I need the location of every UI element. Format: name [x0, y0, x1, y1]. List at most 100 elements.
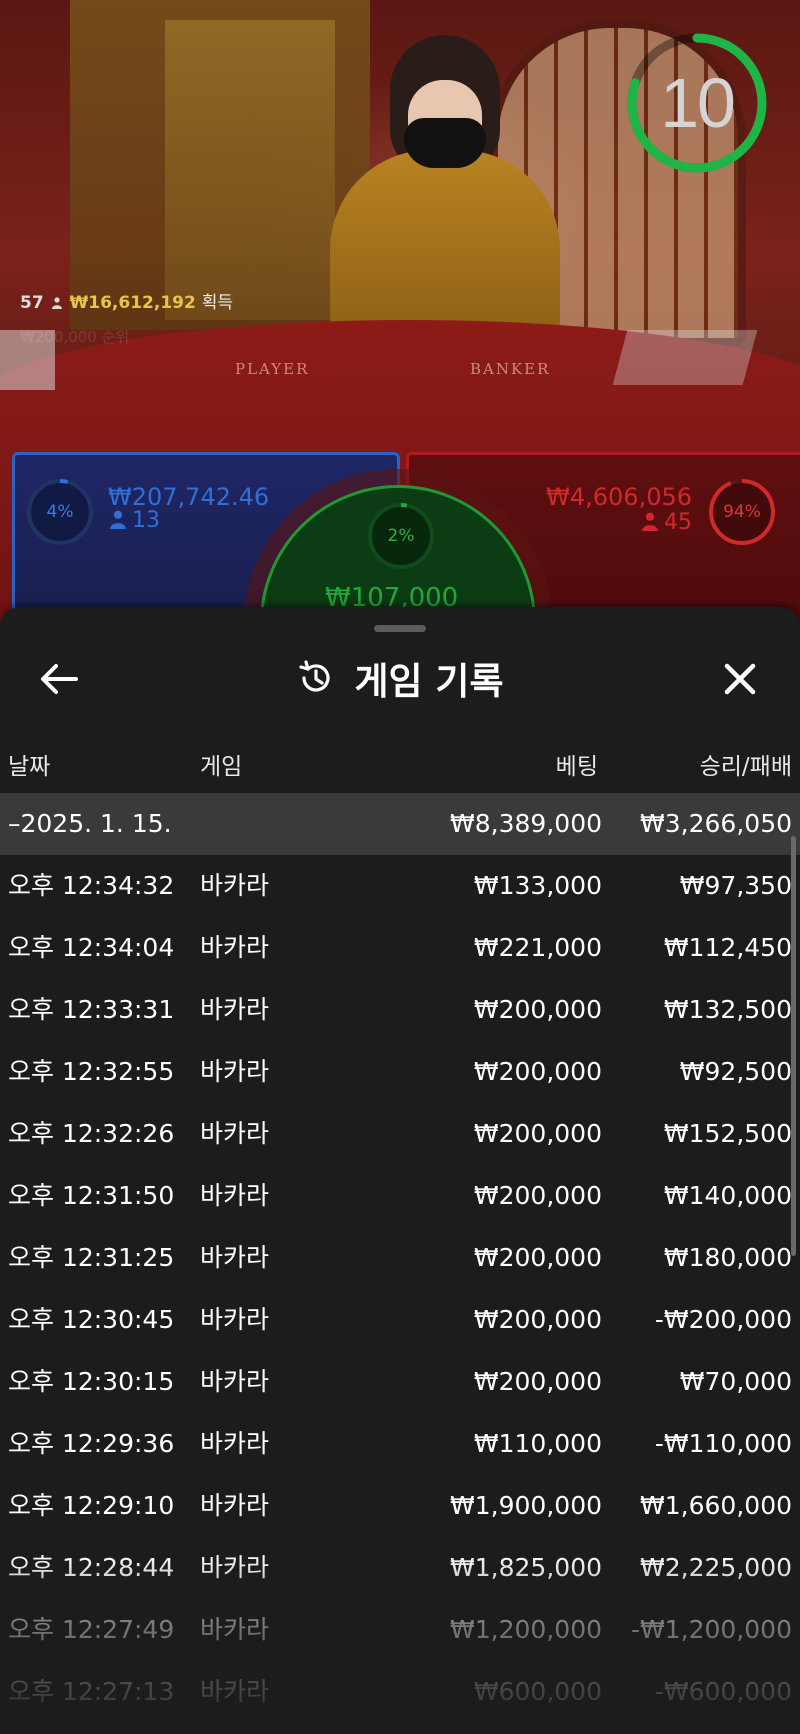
- viewer-count: 57: [20, 293, 44, 313]
- player-percent-ring: 4%: [24, 476, 96, 548]
- row-game: 바카라: [200, 1243, 270, 1272]
- history-row[interactable]: 오후 12:30:45 바카라 ₩200,000 -₩200,000: [0, 1289, 800, 1351]
- row-result: ₩92,500: [679, 1057, 792, 1086]
- streamer-stats: 57 ₩16,612,192 획득: [20, 288, 233, 313]
- history-row[interactable]: 오후 12:32:55 바카라 ₩200,000 ₩92,500: [0, 1041, 800, 1103]
- history-row[interactable]: 오후 12:32:26 바카라 ₩200,000 ₩152,500: [0, 1103, 800, 1165]
- person-icon: [642, 512, 658, 531]
- row-game: 바카라: [200, 1181, 270, 1210]
- row-bet: ₩200,000: [473, 995, 602, 1024]
- dealer-mask: [404, 118, 486, 168]
- row-game: 바카라: [200, 933, 270, 962]
- date-group-total-bet: ₩8,389,000: [450, 809, 602, 838]
- total-won-amount: ₩16,612,192: [69, 293, 196, 313]
- banker-bet-amount: ₩4,606,056: [546, 483, 692, 511]
- close-icon: [724, 663, 756, 695]
- history-row[interactable]: 오후 12:27:49 바카라 ₩1,200,000 -₩1,200,000: [0, 1599, 800, 1661]
- row-bet: ₩200,000: [473, 1367, 602, 1396]
- banker-percent: 94%: [723, 502, 761, 522]
- row-game: 바카라: [200, 1305, 270, 1334]
- history-row[interactable]: 오후 12:31:25 바카라 ₩200,000 ₩180,000: [0, 1227, 800, 1289]
- game-history-sheet: 게임 기록 날짜 게임 베팅 승리/패배 –2025. 1. 15. ₩8,38…: [0, 607, 800, 1734]
- row-time: 오후 12:32:55: [8, 1057, 175, 1086]
- row-result: -₩600,000: [654, 1677, 792, 1706]
- row-bet: ₩600,000: [473, 1677, 602, 1706]
- row-time: 오후 12:32:26: [8, 1119, 175, 1148]
- timer-value: 10: [660, 64, 736, 142]
- table-label-player: PLAYER: [235, 360, 310, 378]
- player-count-value: 13: [132, 508, 160, 533]
- history-icon: [299, 660, 331, 692]
- tie-percent: 2%: [387, 526, 415, 546]
- row-game: 바카라: [200, 1553, 270, 1582]
- row-time: 오후 12:28:44: [8, 1553, 175, 1582]
- row-result: -₩200,000: [654, 1305, 792, 1334]
- table-label-banker: BANKER: [470, 360, 551, 378]
- column-header-bet[interactable]: 베팅: [556, 747, 598, 781]
- banker-count-value: 45: [664, 510, 692, 535]
- row-result: ₩112,450: [663, 933, 792, 962]
- history-rows: 오후 12:34:32 바카라 ₩133,000 ₩97,350 오후 12:34:04…: [0, 855, 800, 1723]
- row-result: ₩152,500: [663, 1119, 792, 1148]
- row-time: 오후 12:29:10: [8, 1491, 175, 1520]
- row-game: 바카라: [200, 1057, 270, 1086]
- row-time: 오후 12:31:50: [8, 1181, 175, 1210]
- row-game: 바카라: [200, 1677, 270, 1706]
- history-row[interactable]: 오후 12:31:50 바카라 ₩200,000 ₩140,000: [0, 1165, 800, 1227]
- row-game: 바카라: [200, 871, 270, 900]
- person-icon: [51, 297, 62, 309]
- history-row[interactable]: 오후 12:30:15 바카라 ₩200,000 ₩70,000: [0, 1351, 800, 1413]
- row-game: 바카라: [200, 1367, 270, 1396]
- history-row[interactable]: 오후 12:29:36 바카라 ₩110,000 -₩110,000: [0, 1413, 800, 1475]
- date-group-row[interactable]: –2025. 1. 15. ₩8,389,000 ₩3,266,050: [0, 793, 800, 855]
- history-row[interactable]: 오후 12:34:04 바카라 ₩221,000 ₩112,450: [0, 917, 800, 979]
- date-group-total-result: ₩3,266,050: [640, 809, 792, 838]
- player-bet-amount: ₩207,742.46: [108, 483, 270, 511]
- column-header-date[interactable]: 날짜: [8, 747, 50, 781]
- column-header-result[interactable]: 승리/패배: [700, 747, 792, 781]
- row-result: ₩180,000: [663, 1243, 792, 1272]
- row-result: ₩132,500: [663, 995, 792, 1024]
- row-result: -₩110,000: [654, 1429, 792, 1458]
- row-bet: ₩221,000: [473, 933, 602, 962]
- card-tray: [612, 330, 758, 385]
- row-game: 바카라: [200, 1119, 270, 1148]
- row-result: ₩2,225,000: [640, 1553, 792, 1582]
- row-time: 오후 12:33:31: [8, 995, 175, 1024]
- row-game: 바카라: [200, 1491, 270, 1520]
- sheet-drag-handle[interactable]: [374, 625, 426, 632]
- banker-percent-ring: 94%: [706, 476, 778, 548]
- won-label: 획득: [201, 293, 234, 313]
- row-game: 바카라: [200, 995, 270, 1024]
- row-bet: ₩200,000: [473, 1305, 602, 1334]
- row-bet: ₩133,000: [473, 871, 602, 900]
- row-bet: ₩200,000: [473, 1057, 602, 1086]
- history-row[interactable]: 오후 12:33:31 바카라 ₩200,000 ₩132,500: [0, 979, 800, 1041]
- row-time: 오후 12:27:49: [8, 1615, 175, 1644]
- row-time: 오후 12:30:45: [8, 1305, 175, 1334]
- person-icon: [110, 510, 126, 529]
- row-time: 오후 12:29:36: [8, 1429, 175, 1458]
- close-button[interactable]: [708, 647, 772, 711]
- history-row[interactable]: 오후 12:28:44 바카라 ₩1,825,000 ₩2,225,000: [0, 1537, 800, 1599]
- history-row[interactable]: 오후 12:27:13 바카라 ₩600,000 -₩600,000: [0, 1661, 800, 1723]
- column-header-game[interactable]: 게임: [200, 747, 242, 781]
- row-bet: ₩1,900,000: [450, 1491, 602, 1520]
- faded-stats-line: ₩200,000 순위: [20, 328, 130, 346]
- row-time: 오후 12:34:32: [8, 871, 175, 900]
- row-game: 바카라: [200, 1429, 270, 1458]
- row-bet: ₩1,200,000: [450, 1615, 602, 1644]
- history-row[interactable]: 오후 12:34:32 바카라 ₩133,000 ₩97,350: [0, 855, 800, 917]
- row-result: ₩1,660,000: [640, 1491, 792, 1520]
- history-table: –2025. 1. 15. ₩8,389,000 ₩3,266,050 오후 1…: [0, 793, 800, 1723]
- sheet-header: 게임 기록: [0, 651, 800, 707]
- history-row[interactable]: 오후 12:29:10 바카라 ₩1,900,000 ₩1,660,000: [0, 1475, 800, 1537]
- tie-percent-ring: 2%: [365, 500, 437, 572]
- sheet-title: 게임 기록: [354, 660, 504, 703]
- row-time: 오후 12:34:04: [8, 933, 175, 962]
- scrollbar[interactable]: [791, 836, 796, 1256]
- row-time: 오후 12:27:13: [8, 1677, 175, 1706]
- row-bet: ₩110,000: [473, 1429, 602, 1458]
- row-game: 바카라: [200, 1615, 270, 1644]
- row-time: 오후 12:30:15: [8, 1367, 175, 1396]
